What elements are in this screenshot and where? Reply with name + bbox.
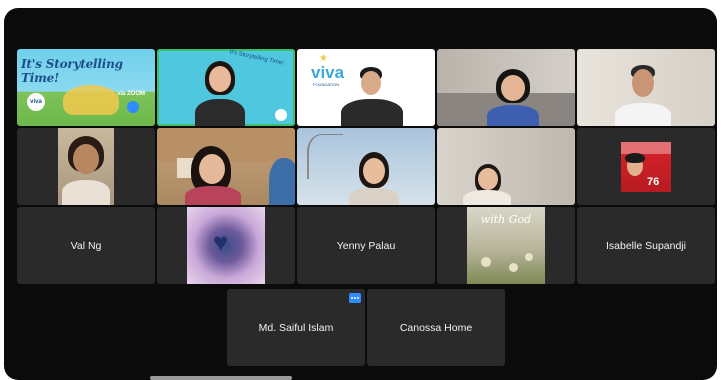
horizontal-scrollbar[interactable] (150, 376, 292, 380)
participant-tile-yenny-palau[interactable]: Yenny Palau (297, 207, 435, 284)
participant-tile-girl-cyan[interactable]: It's Storytelling Time! (157, 49, 295, 126)
participant-photo (58, 128, 114, 205)
participant-tile-with-god[interactable]: with God (437, 207, 575, 284)
via-zoom-label: via ZOOM (117, 91, 146, 97)
participant-face (209, 66, 231, 92)
banner-text: It's Storytelling Time! (228, 49, 285, 67)
viva-badge-icon (275, 109, 287, 121)
participant-name: Isabelle Supandji (606, 239, 686, 252)
participant-tile-val-ng[interactable]: Val Ng (17, 207, 155, 284)
participant-name: Md. Saiful Islam (258, 321, 334, 334)
heart-icon: ♥ (213, 227, 229, 257)
participant-tile-girl-blue[interactable] (437, 49, 575, 126)
participant-face (199, 154, 225, 184)
profile-picture: ♥ (187, 207, 265, 284)
viva-logo: viva (311, 63, 345, 82)
participant-tile-canossa-home[interactable]: Canossa Home (367, 289, 505, 366)
storytelling-title: It's Storytelling Time! (21, 57, 123, 85)
participant-face (632, 69, 654, 97)
anniversary-number: 76 (647, 176, 660, 188)
more-options-icon[interactable] (349, 293, 361, 303)
participant-tile-viva-boy[interactable]: ★ viva FOUNDATION (297, 49, 435, 126)
zoom-icon (127, 101, 139, 113)
profile-picture: 76 (621, 142, 671, 192)
viva-logo: viva (27, 93, 45, 111)
participant-tile-md-saiful-islam[interactable]: Md. Saiful Islam (227, 289, 365, 366)
participant-tile-child[interactable] (17, 128, 155, 205)
participant-tile-heart-lake[interactable]: ♥ (157, 207, 295, 284)
participant-face (501, 75, 525, 101)
participant-name: Yenny Palau (336, 239, 396, 252)
participant-tile-red-badge[interactable]: 76 (577, 128, 715, 205)
participant-face (361, 71, 381, 95)
participant-tile-woman-tree[interactable] (297, 128, 435, 205)
participant-tile-storytelling[interactable]: It's Storytelling Time! viva via ZOOM (17, 49, 155, 126)
participant-face (478, 168, 498, 190)
participant-name: Canossa Home (399, 321, 473, 334)
participant-name: Val Ng (70, 239, 102, 252)
children-illustration (63, 85, 119, 115)
foundation-label: FOUNDATION (313, 82, 340, 87)
participant-tile-isabelle-supandji[interactable]: Isabelle Supandji (577, 207, 715, 284)
participant-tile-two-people[interactable] (157, 128, 295, 205)
with-god-title: with God (480, 213, 532, 226)
participant-tile-man-glasses[interactable] (577, 49, 715, 126)
gallery-view: It's Storytelling Time! viva via ZOOM It… (4, 8, 717, 380)
profile-picture: with God (467, 207, 545, 284)
participant-tile-woman-room[interactable] (437, 128, 575, 205)
participant-face (363, 158, 385, 184)
